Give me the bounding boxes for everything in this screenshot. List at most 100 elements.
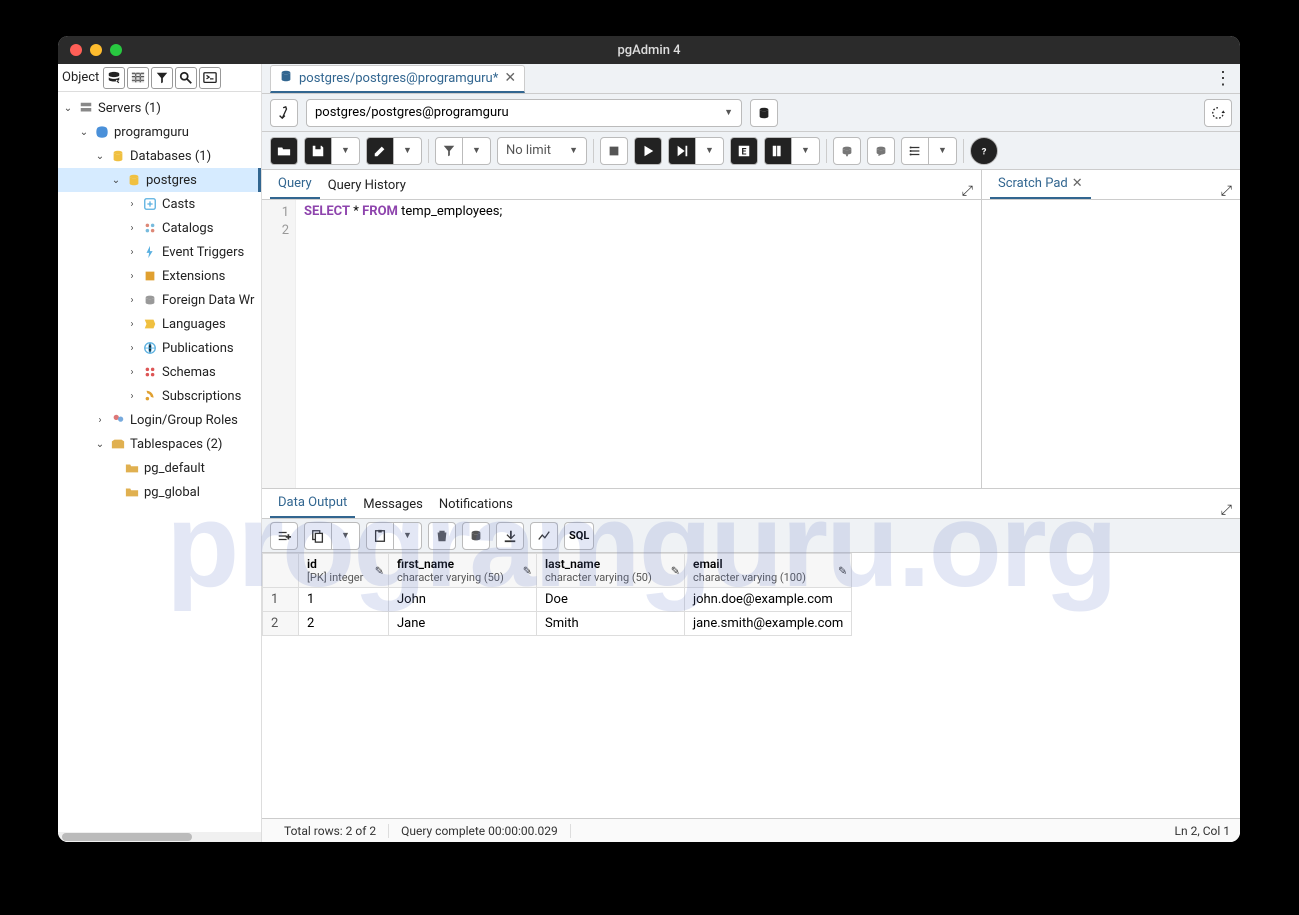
tree-languages[interactable]: ›Languages (58, 312, 261, 336)
copy-icon[interactable] (304, 522, 332, 550)
tab-scratch-pad[interactable]: Scratch Pad✕ (990, 170, 1091, 199)
tab-query-history[interactable]: Query History (320, 172, 414, 199)
graph-icon[interactable] (530, 522, 558, 550)
open-file-icon[interactable] (270, 137, 298, 165)
rollback-icon[interactable] (867, 137, 895, 165)
tree-server[interactable]: ⌄programguru (58, 120, 261, 144)
db-icon (279, 69, 293, 87)
macros-dropdown[interactable]: ▼ (929, 137, 957, 165)
explain-icon[interactable] (668, 137, 696, 165)
app-window: pgAdmin 4 Object ⌄Servers (1) ⌄programgu… (58, 36, 1240, 842)
edit-dropdown[interactable]: ▼ (394, 137, 422, 165)
tab-bar: postgres/postgres@programguru* ✕ ⋮ (262, 64, 1240, 94)
save-data-icon[interactable] (462, 522, 490, 550)
edit-icon[interactable] (366, 137, 394, 165)
sql-view-button[interactable]: SQL (564, 522, 594, 550)
tree-ts-default[interactable]: pg_default (58, 456, 261, 480)
tab-data-output[interactable]: Data Output (270, 489, 355, 518)
tree-extensions[interactable]: ›Extensions (58, 264, 261, 288)
edit-col-icon[interactable]: ✎ (671, 564, 680, 577)
close-window[interactable] (70, 44, 82, 56)
tree-schemas[interactable]: ›Schemas (58, 360, 261, 384)
edit-col-icon[interactable]: ✎ (523, 564, 532, 577)
tab-messages[interactable]: Messages (355, 491, 431, 518)
sidebar-scrollbar[interactable] (58, 832, 261, 842)
psql-icon[interactable] (199, 67, 221, 89)
subscriptions-icon (142, 388, 158, 404)
kebab-menu-icon[interactable]: ⋮ (1214, 68, 1232, 89)
macros-icon[interactable] (901, 137, 929, 165)
new-connection-icon[interactable] (750, 99, 778, 127)
limit-dropdown[interactable]: No limit▼ (497, 137, 587, 165)
tree-fdw[interactable]: ›Foreign Data Wr (58, 288, 261, 312)
connection-status-icon[interactable] (270, 99, 298, 127)
elephant-icon (94, 124, 110, 140)
col-last-name[interactable]: last_namecharacter varying (50)✎ (537, 554, 685, 588)
languages-icon (142, 316, 158, 332)
help-icon[interactable]: ? (970, 137, 998, 165)
explain-analyze-icon[interactable]: E (730, 137, 758, 165)
view-data-icon[interactable] (127, 67, 149, 89)
filter-rows-icon[interactable] (151, 67, 173, 89)
scroll-thumb[interactable] (62, 833, 192, 841)
object-tree[interactable]: ⌄Servers (1) ⌄programguru ⌄Databases (1)… (58, 92, 261, 832)
reset-layout-icon[interactable] (1204, 99, 1232, 127)
tree-tablespaces[interactable]: ⌄Tablespaces (2) (58, 432, 261, 456)
table-row[interactable]: 22JaneSmithjane.smith@example.com (263, 612, 852, 636)
copy-dropdown[interactable]: ▼ (332, 522, 360, 550)
paste-icon[interactable] (366, 522, 394, 550)
query-tab[interactable]: postgres/postgres@programguru* ✕ (270, 65, 525, 93)
tree-databases[interactable]: ⌄Databases (1) (58, 144, 261, 168)
rownum-header (263, 554, 299, 588)
casts-icon (142, 196, 158, 212)
search-icon[interactable] (175, 67, 197, 89)
tab-query[interactable]: Query (270, 170, 320, 199)
add-row-icon[interactable] (270, 522, 298, 550)
scratch-close-icon[interactable]: ✕ (1072, 176, 1083, 191)
query-tool-icon[interactable] (103, 67, 125, 89)
delete-row-icon[interactable] (428, 522, 456, 550)
data-grid[interactable]: id[PK] integer✎ first_namecharacter vary… (262, 553, 1240, 818)
main-area: postgres/postgres@programguru* ✕ ⋮ postg… (262, 64, 1240, 842)
filter-icon[interactable] (435, 137, 463, 165)
explain-options-dropdown[interactable]: ▼ (792, 137, 820, 165)
minimize-window[interactable] (90, 44, 102, 56)
edit-col-icon[interactable]: ✎ (838, 564, 847, 577)
save-icon[interactable] (304, 137, 332, 165)
explain-dropdown[interactable]: ▼ (696, 137, 724, 165)
maximize-window[interactable] (110, 44, 122, 56)
expand-scratch-icon[interactable]: ⤢ (1221, 183, 1232, 199)
col-email[interactable]: emailcharacter varying (100)✎ (685, 554, 852, 588)
expand-editor-icon[interactable]: ⤢ (962, 183, 973, 199)
tab-notifications[interactable]: Notifications (431, 491, 521, 518)
tab-close-icon[interactable]: ✕ (504, 70, 516, 86)
tree-db-postgres[interactable]: ⌄postgres (58, 168, 261, 192)
tree-publications[interactable]: ›Publications (58, 336, 261, 360)
commit-icon[interactable] (833, 137, 861, 165)
download-icon[interactable] (496, 522, 524, 550)
tree-servers[interactable]: ⌄Servers (1) (58, 96, 261, 120)
scratch-pad-area[interactable] (982, 200, 1240, 488)
connection-dropdown[interactable]: postgres/postgres@programguru▼ (306, 99, 742, 127)
tree-event-triggers[interactable]: ›Event Triggers (58, 240, 261, 264)
expand-results-icon[interactable]: ⤢ (1221, 502, 1232, 518)
save-dropdown[interactable]: ▼ (332, 137, 360, 165)
edit-col-icon[interactable]: ✎ (375, 564, 384, 577)
col-first-name[interactable]: first_namecharacter varying (50)✎ (389, 554, 537, 588)
titlebar: pgAdmin 4 (58, 36, 1240, 64)
tree-login-roles[interactable]: ›Login/Group Roles (58, 408, 261, 432)
explain-options-icon[interactable] (764, 137, 792, 165)
execute-icon[interactable] (634, 137, 662, 165)
filter-dropdown[interactable]: ▼ (463, 137, 491, 165)
tree-ts-global[interactable]: pg_global (58, 480, 261, 504)
tree-subscriptions[interactable]: ›Subscriptions (58, 384, 261, 408)
database-icon (126, 172, 142, 188)
stop-icon[interactable] (600, 137, 628, 165)
paste-dropdown[interactable]: ▼ (394, 522, 422, 550)
table-row[interactable]: 11JohnDoejohn.doe@example.com (263, 588, 852, 612)
editor-tab-strip: Query Query History ⤢ (262, 170, 981, 200)
sql-editor[interactable]: 12 SELECT * FROM temp_employees; (262, 200, 981, 488)
col-id[interactable]: id[PK] integer✎ (299, 554, 389, 588)
tree-casts[interactable]: ›Casts (58, 192, 261, 216)
tree-catalogs[interactable]: ›Catalogs (58, 216, 261, 240)
